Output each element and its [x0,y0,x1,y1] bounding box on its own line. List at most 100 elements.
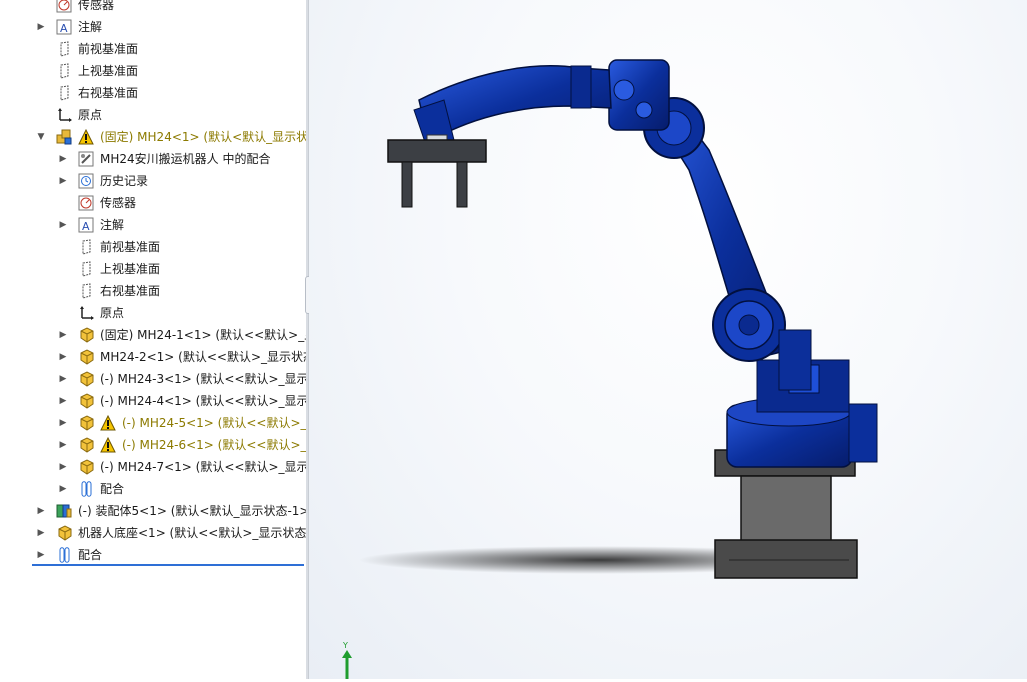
part-icon [80,415,94,431]
triad-y-arrow [342,650,352,658]
tree-item-label: 传感器 [78,0,115,12]
mates-icon [81,481,92,497]
tree-item[interactable]: 传感器 [0,0,306,16]
tree-item[interactable]: ▶ 配合 [0,478,306,500]
tree-item[interactable]: ▶ MH24-2<1> (默认<<默认>_显示状态 [0,346,306,368]
expand-arrow-icon[interactable]: ▶ [58,214,68,236]
tree-item-label: 配合 [100,482,125,496]
tree-item-label: MH24-2<1> (默认<<默认>_显示状态 [100,350,306,364]
plane-icon [60,41,69,57]
plane-icon [60,63,69,79]
tree-item[interactable]: ▶ (-) MH24-7<1> (默认<<默认>_显示 [0,456,306,478]
tree-item[interactable]: 原点 [0,302,306,324]
origin-icon [80,306,94,320]
tree-item[interactable]: ▶ A 注解 [0,16,306,38]
plane-icon [82,283,91,299]
expand-arrow-icon[interactable]: ▶ [58,148,68,170]
expand-arrow-icon[interactable]: ▶ [58,170,68,192]
tree-item[interactable]: 右视基准面 [0,82,306,104]
robot-model [359,59,878,579]
tree-item-label: (-) MH24-7<1> (默认<<默认>_显示 [100,460,306,474]
plane-icon [60,85,69,101]
tree-item[interactable]: ▶ MH24安川搬运机器人 中的配合 [0,148,306,170]
assembly-icon [56,129,72,145]
tree-item[interactable]: ▶ (固定) MH24-1<1> (默认<<默认>_显 [0,324,306,346]
expand-arrow-icon[interactable]: ▶ [58,390,68,412]
robot-pedestal [714,449,858,579]
part-icon [80,393,94,409]
tree-item[interactable]: ▶ (-) MH24-5<1> (默认<<默认>_ [0,412,306,434]
warning-icon [100,415,116,431]
tree-item-label: (-) MH24-6<1> (默认<<默认>_ [122,438,306,452]
robot-elbow [608,59,705,159]
tree-item-label: 传感器 [100,196,137,210]
tree-item-label: 上视基准面 [78,64,139,78]
expand-arrow-icon[interactable]: ▶ [36,544,46,566]
tree-item[interactable]: 上视基准面 [0,60,306,82]
tree-item[interactable]: 传感器 [0,192,306,214]
origin-icon [58,108,72,122]
expand-arrow-icon[interactable]: ▶ [58,434,68,456]
tree-item-label: 注解 [78,20,103,34]
expand-arrow-icon[interactable]: ▶ [36,522,46,544]
tree-item-label: 前视基准面 [78,42,139,56]
expand-arrow-icon[interactable]: ▶ [58,346,68,368]
tree-item[interactable]: 原点 [0,104,306,126]
sensor-icon [56,0,72,13]
tree-item-label: 原点 [78,108,103,122]
part-icon [80,349,94,365]
plane-icon [82,261,91,277]
expand-arrow-icon[interactable]: ▶ [58,368,68,390]
tree-item[interactable]: ▼ (固定) MH24<1> (默认<默认_显示状 [0,126,306,148]
expand-arrow-icon[interactable]: ▶ [36,500,46,522]
tree-item-label: (-) 装配体5<1> (默认<默认_显示状态-1> [78,504,306,518]
tree-item-label: 历史记录 [100,174,149,188]
expand-arrow-icon[interactable]: ▶ [58,478,68,500]
tree-item[interactable]: ▶ 历史记录 [0,170,306,192]
tree-item[interactable]: 前视基准面 [0,236,306,258]
tree-item-label: MH24安川搬运机器人 中的配合 [100,152,271,166]
annotation-icon: A [56,19,72,35]
tree-item-label: (-) MH24-4<1> (默认<<默认>_显示 [100,394,306,408]
tree-item[interactable]: ▶ (-) 装配体5<1> (默认<默认_显示状态-1> [0,500,306,522]
view-triad: Y [339,640,359,679]
tree-item[interactable]: 前视基准面 [0,38,306,60]
expand-arrow-icon[interactable]: ▶ [58,324,68,346]
warning-icon [100,437,116,453]
tree-item-label: (固定) MH24-1<1> (默认<<默认>_显 [100,328,306,342]
expand-arrow-icon[interactable]: ▶ [58,412,68,434]
part-icon [80,371,94,387]
tree-item-label: (固定) MH24<1> (默认<默认_显示状 [100,130,306,144]
tree-item-label: 上视基准面 [100,262,161,276]
part-icon [80,459,94,475]
tree-item-label: 前视基准面 [100,240,161,254]
tree-item[interactable]: 上视基准面 [0,258,306,280]
expand-arrow-icon[interactable]: ▶ [36,16,46,38]
tree-item[interactable]: ▶ 配合 [0,544,306,566]
mates-folder-icon [78,151,94,167]
rollback-bar[interactable] [32,564,304,566]
expand-arrow-icon[interactable]: ▶ [58,456,68,478]
tree-item-label: 右视基准面 [100,284,161,298]
sensor-icon [78,195,94,211]
tree-item-label: 原点 [100,306,125,320]
collapse-arrow-icon[interactable]: ▼ [36,126,46,148]
warning-icon [78,129,94,145]
tree-item[interactable]: ▶ A 注解 [0,214,306,236]
annotation-icon: A [78,217,94,233]
tree-item[interactable]: ▶ (-) MH24-3<1> (默认<<默认>_显示 [0,368,306,390]
part-icon [80,437,94,453]
svg-text:A: A [60,22,68,35]
history-icon [78,173,94,189]
tree-item-label: 注解 [100,218,125,232]
robot-gripper [387,134,487,208]
subassembly-icon [56,504,72,518]
mates-icon [59,547,70,563]
tree-item-label: 右视基准面 [78,86,139,100]
tree-item[interactable]: ▶ 机器人底座<1> (默认<<默认>_显示状态 [0,522,306,544]
graphics-area[interactable] [309,0,1027,679]
tree-item[interactable]: 右视基准面 [0,280,306,302]
tree-item[interactable]: ▶ (-) MH24-4<1> (默认<<默认>_显示 [0,390,306,412]
tree-item-label: (-) MH24-3<1> (默认<<默认>_显示 [100,372,306,386]
tree-item[interactable]: ▶ (-) MH24-6<1> (默认<<默认>_ [0,434,306,456]
